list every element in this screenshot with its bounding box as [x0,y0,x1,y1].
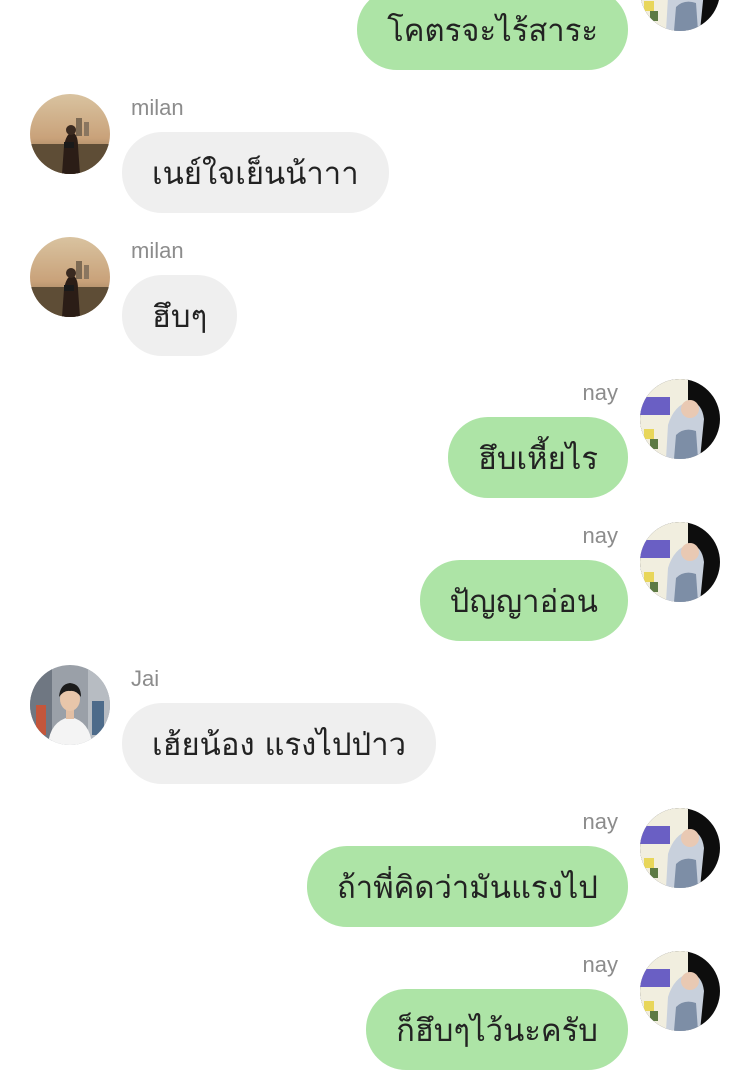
chat-thread: โคตรจะไร้สาระ milan เนย์ใจเย็นน้าาา mila… [0,0,749,1087]
message-text: ปัญญาอ่อน [449,583,598,620]
avatar-nay-image [640,0,720,31]
message-outgoing: nay ถ้าพี่คิดว่ามันแรงไป [0,808,749,928]
sender-name: Jai [131,666,160,691]
sender-name: nay [582,380,618,405]
message-bubble[interactable]: ถ้าพี่คิดว่ามันแรงไป [307,846,628,927]
avatar-milan[interactable] [30,237,110,317]
message-bubble[interactable]: เฮ้ยน้อง แรงไปป่าว [122,703,437,784]
avatar-nay[interactable] [640,0,720,31]
message-bubble[interactable]: ฮึบๆ [122,275,238,356]
message-outgoing: โคตรจะไร้สาระ [0,0,749,71]
message-text: ก็ฮึบๆไว้นะครับ [396,1012,598,1049]
avatar-nay-image [640,522,720,602]
avatar-nay[interactable] [640,379,720,459]
message-outgoing: nay ฮึบเหี้ยไร [0,379,749,499]
message-incoming: Jai เฮ้ยน้อง แรงไปป่าว [0,665,749,785]
avatar-jai-image [30,665,110,745]
avatar-milan-image [30,94,110,174]
message-bubble[interactable]: ก็ฮึบๆไว้นะครับ [366,989,628,1070]
avatar-nay-image [640,951,720,1031]
avatar-milan[interactable] [30,94,110,174]
message-incoming: milan ฮึบๆ [0,237,749,357]
message-outgoing: nay ก็ฮึบๆไว้นะครับ [0,951,749,1071]
sender-name: nay [582,952,618,977]
message-text: ฮึบเหี้ยไร [477,440,598,477]
message-bubble[interactable]: ฮึบเหี้ยไร [447,417,628,498]
message-text: เฮ้ยน้อง แรงไปป่าว [152,726,407,763]
message-text: ฮึบๆ [152,298,208,335]
avatar-nay[interactable] [640,522,720,602]
message-bubble[interactable]: ปัญญาอ่อน [419,560,628,641]
sender-name: milan [131,238,184,263]
avatar-nay[interactable] [640,808,720,888]
message-text: โคตรจะไร้สาระ [387,12,598,49]
message-bubble[interactable]: โคตรจะไร้สาระ [357,0,628,70]
message-text: เนย์ใจเย็นน้าาา [152,155,359,192]
avatar-nay-image [640,379,720,459]
avatar-milan-image [30,237,110,317]
sender-name: nay [582,809,618,834]
avatar-jai[interactable] [30,665,110,745]
avatar-nay[interactable] [640,951,720,1031]
sender-name: milan [131,95,184,120]
sender-name: nay [582,523,618,548]
message-text: ถ้าพี่คิดว่ามันแรงไป [337,869,598,906]
message-outgoing: nay ปัญญาอ่อน [0,522,749,642]
message-incoming: milan เนย์ใจเย็นน้าาา [0,94,749,214]
avatar-nay-image [640,808,720,888]
message-bubble[interactable]: เนย์ใจเย็นน้าาา [122,132,389,213]
